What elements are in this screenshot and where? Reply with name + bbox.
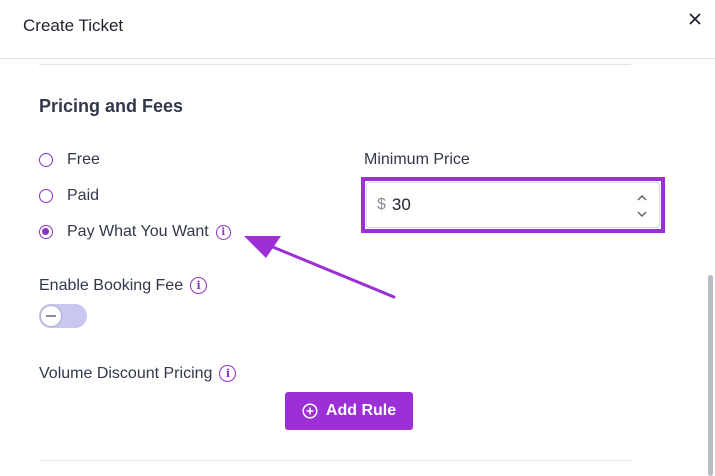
- dialog-title: Create Ticket: [23, 16, 124, 35]
- close-icon[interactable]: [684, 8, 706, 30]
- add-rule-label: Add Rule: [325, 402, 397, 419]
- radio-option-pay-what-you-want[interactable]: Pay What You Want i: [39, 221, 231, 243]
- plus-circle-icon: [302, 403, 318, 419]
- booking-fee-label-text: Enable Booking Fee: [39, 277, 184, 294]
- volume-discount-label: Volume Discount Pricing i: [39, 365, 237, 383]
- radio-option-free[interactable]: Free: [39, 149, 100, 171]
- booking-fee-label: Enable Booking Fee i: [39, 277, 208, 295]
- radio-label-paid: Paid: [67, 187, 100, 204]
- minimum-price-label: Minimum Price: [364, 151, 470, 168]
- toggle-knob: [41, 306, 61, 326]
- info-icon[interactable]: i: [190, 277, 208, 295]
- radio-pay-what-you-want[interactable]: [39, 225, 53, 239]
- section-title: Pricing and Fees: [39, 96, 184, 116]
- radio-label-free: Free: [67, 151, 100, 168]
- bottom-divider: [39, 460, 631, 461]
- add-rule-button[interactable]: Add Rule: [285, 392, 413, 430]
- info-icon[interactable]: i: [219, 365, 237, 383]
- booking-fee-toggle[interactable]: [39, 304, 87, 328]
- info-icon[interactable]: i: [215, 224, 231, 240]
- top-divider: [39, 64, 631, 65]
- volume-discount-label-text: Volume Discount Pricing: [39, 365, 213, 382]
- radio-paid[interactable]: [39, 189, 53, 203]
- currency-symbol: $: [377, 196, 386, 213]
- radio-label-pay-what-you-want: Pay What You Want: [67, 223, 209, 240]
- dialog-header: Create Ticket: [0, 0, 715, 59]
- radio-free[interactable]: [39, 153, 53, 167]
- stepper-icon[interactable]: [637, 193, 647, 219]
- minimum-price-value[interactable]: 30: [392, 195, 411, 215]
- radio-option-paid[interactable]: Paid: [39, 185, 99, 207]
- scrollbar[interactable]: [708, 275, 713, 476]
- minimum-price-input[interactable]: $ 30: [366, 182, 660, 228]
